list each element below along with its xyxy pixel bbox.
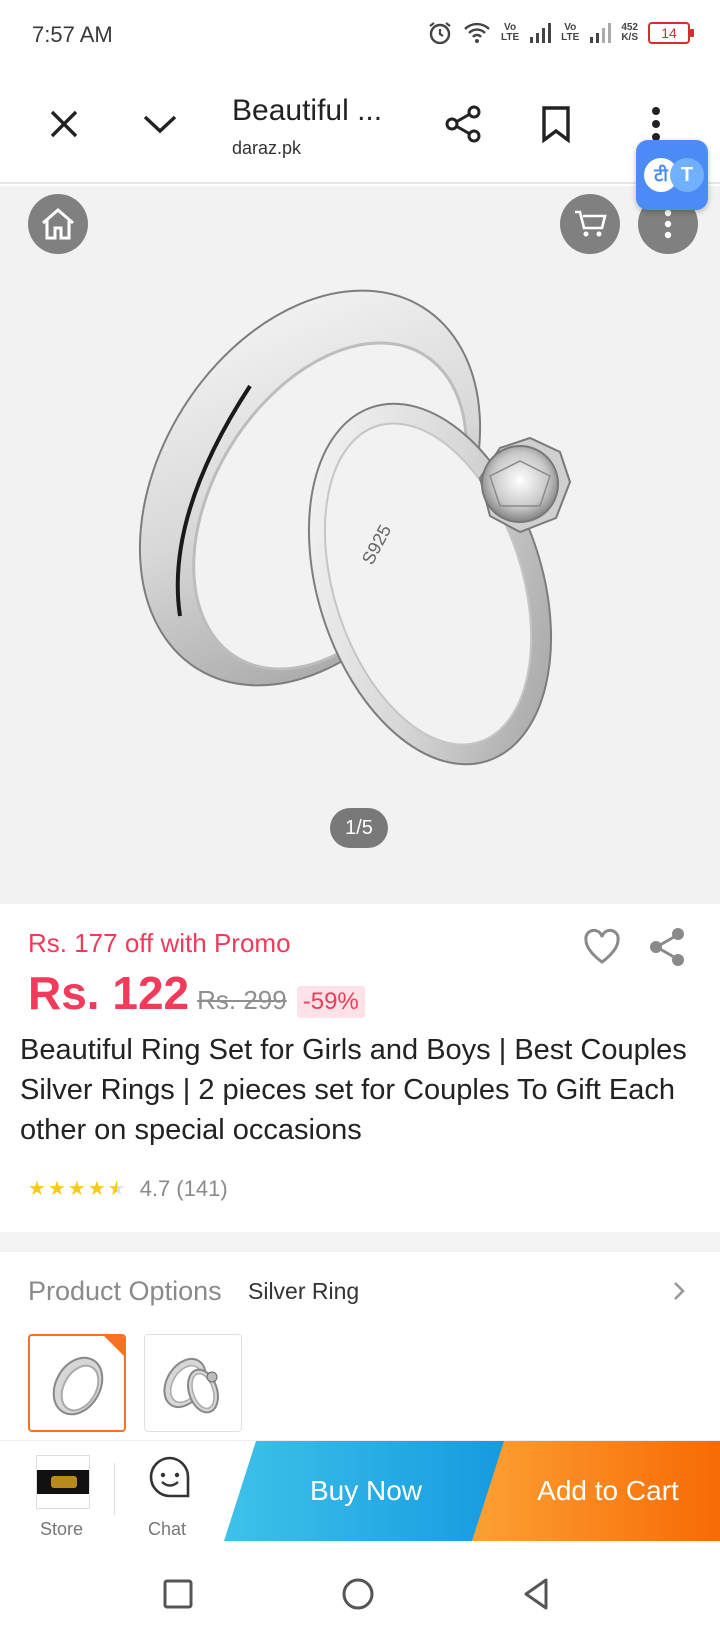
system-nav-bar — [0, 1544, 720, 1640]
section-divider — [0, 1232, 720, 1252]
share-icon — [650, 928, 684, 966]
page-title[interactable]: Beautiful ... — [232, 94, 382, 128]
price-row: Rs. 122 Rs. 299 -59% — [28, 966, 365, 1020]
product-image: S925 — [138, 289, 572, 766]
volte-indicator-1: Vo LTE — [501, 22, 520, 43]
product-title: Beautiful Ring Set for Girls and Boys | … — [20, 1034, 687, 1146]
option-thumb-ring-set[interactable] — [144, 1334, 242, 1432]
close-icon — [50, 110, 78, 138]
signal-icon — [590, 23, 612, 43]
chat-label[interactable]: Chat — [148, 1519, 186, 1540]
wifi-icon — [464, 22, 490, 43]
product-share-button[interactable] — [648, 926, 688, 968]
ring-set-thumbnail — [163, 1357, 219, 1414]
bookmark-button[interactable] — [528, 96, 584, 152]
network-speed: 452 K/S — [621, 22, 638, 43]
discount-badge: -59% — [296, 986, 365, 1018]
status-time: 7:57 AM — [32, 22, 113, 47]
bookmark-icon — [542, 106, 570, 143]
back-nav-button[interactable] — [516, 1574, 556, 1614]
rating-stars: ★ ★ ★ ★ ★ — [28, 1179, 126, 1199]
current-price: Rs. 122 — [28, 967, 190, 1019]
signal-icon — [530, 23, 552, 43]
store-label[interactable]: Store — [40, 1519, 83, 1540]
star-icon: ★ — [28, 1178, 46, 1200]
share-button[interactable] — [436, 96, 492, 152]
recents-button[interactable] — [158, 1574, 198, 1614]
square-icon — [163, 1579, 193, 1609]
options-chevron-button[interactable] — [664, 1276, 694, 1306]
status-bar: 7:57 AM Vo LTE Vo LTE 452 K/S 14 — [0, 0, 720, 72]
status-icons: Vo LTE Vo LTE 452 K/S 14 — [427, 20, 694, 46]
share-icon — [445, 105, 481, 143]
chevron-right-icon — [674, 1282, 685, 1300]
product-options-label[interactable]: Product Options — [28, 1276, 222, 1307]
store-logo — [36, 1455, 90, 1509]
product-options-value[interactable]: Silver Ring — [248, 1278, 359, 1305]
option-thumb-silver-ring[interactable] — [28, 1334, 126, 1432]
star-icon: ★ — [47, 1178, 66, 1200]
star-icon: ★ — [87, 1178, 106, 1200]
minimize-button[interactable] — [132, 96, 188, 152]
rating-count: (141) — [176, 1176, 228, 1201]
cart-button[interactable] — [560, 194, 620, 254]
translate-badge[interactable]: टी T — [636, 140, 708, 210]
action-divider — [114, 1463, 115, 1515]
alarm-icon — [429, 22, 451, 45]
home-icon — [42, 208, 74, 240]
ring-thumbnail — [52, 1356, 104, 1416]
wishlist-button[interactable] — [582, 928, 622, 968]
home-nav-button[interactable] — [338, 1574, 378, 1614]
product-image-gallery[interactable]: S925 1/5 — [0, 186, 720, 904]
volte-indicator-2: Vo LTE — [561, 22, 580, 43]
back-triangle-icon — [524, 1578, 548, 1610]
more-vertical-icon — [664, 209, 672, 239]
circle-icon — [342, 1578, 374, 1610]
star-half-icon: ★ — [107, 1178, 126, 1200]
heart-icon — [584, 928, 620, 964]
battery-indicator: 14 — [648, 22, 694, 44]
add-to-cart-button[interactable]: Add to Cart — [472, 1441, 720, 1541]
chevron-down-icon — [143, 115, 177, 134]
star-icon: ★ — [67, 1178, 86, 1200]
cart-icon — [575, 210, 607, 237]
image-page-indicator: 1/5 — [330, 808, 388, 848]
translate-latin-glyph: T — [670, 158, 704, 192]
chat-icon — [149, 1456, 190, 1498]
promo-text[interactable]: Rs. 177 off with Promo — [28, 928, 291, 959]
close-button[interactable] — [36, 96, 92, 152]
browser-toolbar: Beautiful ... daraz.pk — [0, 72, 720, 184]
bottom-action-bar: Store Chat Buy Now Add to Cart — [0, 1440, 720, 1544]
original-price: Rs. 299 — [197, 985, 287, 1015]
page-domain[interactable]: daraz.pk — [232, 138, 301, 159]
rating-value: 4.7 — [139, 1176, 171, 1201]
chat-button[interactable] — [140, 1455, 200, 1515]
home-button[interactable] — [28, 194, 88, 254]
more-vertical-icon — [652, 107, 660, 141]
buy-now-button[interactable]: Buy Now — [224, 1441, 508, 1541]
rating-row[interactable]: ★ ★ ★ ★ ★ 4.7 (141) — [28, 1176, 228, 1202]
